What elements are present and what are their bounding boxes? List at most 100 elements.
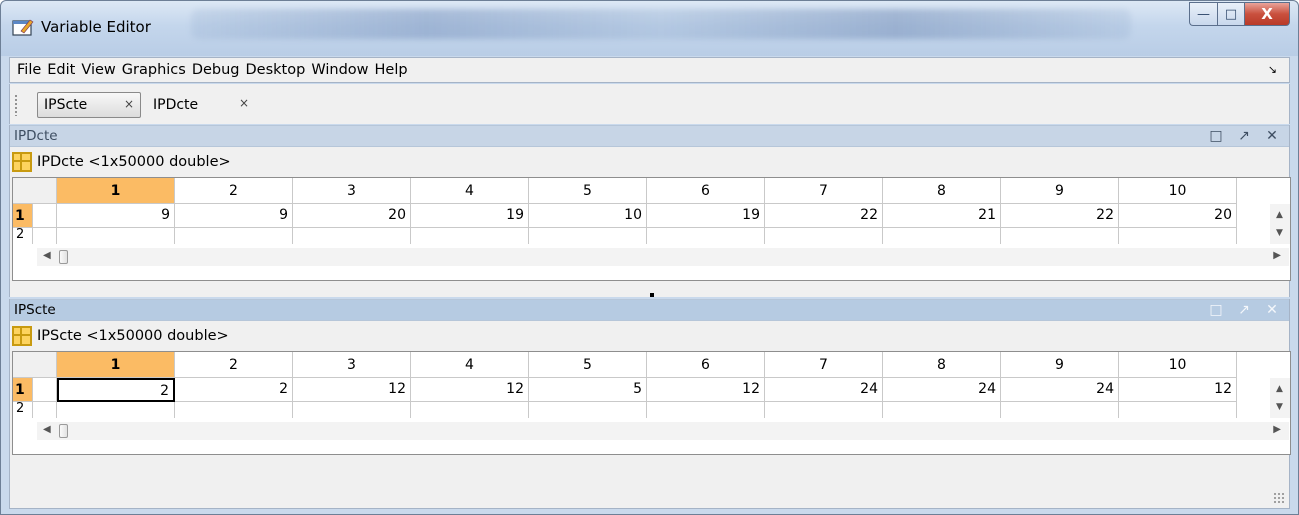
table-cell[interactable]	[175, 402, 293, 418]
table-cell[interactable]: 22	[765, 204, 883, 228]
resize-grip-icon[interactable]	[1273, 492, 1285, 504]
tab-ipdcte[interactable]: IPDcte ×	[147, 92, 255, 118]
table-cell[interactable]: 22	[1001, 204, 1119, 228]
drag-grip-icon[interactable]	[14, 94, 18, 116]
spreadsheet-grid[interactable]: 1 2 3 4 5 6 7 8 9 10 1 2 2 12 12 5 12 24…	[12, 351, 1291, 455]
table-cell[interactable]	[293, 228, 411, 244]
table-cell[interactable]: 24	[883, 378, 1001, 402]
column-header[interactable]: 4	[411, 178, 529, 204]
row-header[interactable]: 2	[13, 228, 33, 244]
table-cell[interactable]	[765, 228, 883, 244]
row-header[interactable]: 2	[13, 402, 33, 418]
column-header[interactable]: 2	[175, 352, 293, 378]
row-header[interactable]: 1	[13, 204, 33, 228]
table-cell[interactable]	[57, 402, 175, 418]
table-cell[interactable]: 24	[765, 378, 883, 402]
table-cell[interactable]: 9	[175, 204, 293, 228]
scroll-up-icon[interactable]: ▲	[1276, 384, 1283, 394]
column-header[interactable]: 6	[647, 178, 765, 204]
menu-desktop[interactable]: Desktop	[243, 62, 309, 78]
grid-corner[interactable]	[13, 178, 57, 204]
column-header[interactable]: 7	[765, 178, 883, 204]
table-cell[interactable]: 12	[293, 378, 411, 402]
scroll-thumb[interactable]	[59, 250, 68, 264]
column-header[interactable]: 9	[1001, 178, 1119, 204]
scroll-left-icon[interactable]: ◀	[43, 250, 51, 261]
table-cell[interactable]	[529, 228, 647, 244]
table-cell[interactable]: 21	[883, 204, 1001, 228]
menu-window[interactable]: Window	[308, 62, 371, 78]
table-cell[interactable]: 5	[529, 378, 647, 402]
column-header[interactable]: 8	[883, 178, 1001, 204]
minimize-button[interactable]: —	[1189, 2, 1217, 26]
tab-ipscte[interactable]: IPScte ×	[37, 92, 141, 118]
column-header[interactable]: 1	[57, 352, 175, 378]
undock-icon[interactable]: □	[1207, 128, 1225, 144]
table-cell[interactable]	[883, 402, 1001, 418]
tab-close-icon[interactable]: ×	[124, 97, 134, 111]
scroll-right-icon[interactable]: ▶	[1273, 250, 1281, 261]
table-cell[interactable]	[411, 402, 529, 418]
table-cell[interactable]	[647, 228, 765, 244]
title-bar[interactable]: Variable Editor — □ X	[1, 1, 1298, 56]
horizontal-scrollbar[interactable]: ◀ ▶	[37, 422, 1289, 440]
table-cell[interactable]	[411, 228, 529, 244]
table-cell[interactable]	[293, 402, 411, 418]
vertical-scrollbar[interactable]: ▲ ▼	[1270, 378, 1290, 418]
close-icon[interactable]: ✕	[1263, 128, 1281, 144]
table-cell[interactable]	[883, 228, 1001, 244]
table-cell[interactable]: 2	[57, 378, 175, 402]
menu-debug[interactable]: Debug	[189, 62, 243, 78]
menu-graphics[interactable]: Graphics	[119, 62, 189, 78]
table-cell[interactable]	[175, 228, 293, 244]
panel-header[interactable]: IPScte □ ↗ ✕	[10, 299, 1289, 321]
scroll-down-icon[interactable]: ▼	[1276, 228, 1283, 238]
table-cell[interactable]: 10	[529, 204, 647, 228]
table-cell[interactable]: 12	[1119, 378, 1237, 402]
splitter-handle[interactable]	[650, 293, 654, 297]
column-header[interactable]: 1	[57, 178, 175, 204]
table-cell[interactable]: 24	[1001, 378, 1119, 402]
column-header[interactable]: 4	[411, 352, 529, 378]
column-header[interactable]: 6	[647, 352, 765, 378]
undock-icon[interactable]: □	[1207, 302, 1225, 318]
table-cell[interactable]: 20	[293, 204, 411, 228]
column-header[interactable]: 3	[293, 352, 411, 378]
dock-arrow-icon[interactable]: ↗	[1235, 128, 1253, 144]
menu-help[interactable]: Help	[372, 62, 411, 78]
maximize-button[interactable]: □	[1217, 2, 1244, 26]
column-header[interactable]: 5	[529, 352, 647, 378]
scroll-up-icon[interactable]: ▲	[1276, 210, 1283, 220]
menu-overflow-icon[interactable]: ↘	[1268, 63, 1277, 76]
table-cell[interactable]	[1001, 228, 1119, 244]
table-cell[interactable]: 2	[175, 378, 293, 402]
spreadsheet-grid[interactable]: 1 2 3 4 5 6 7 8 9 10 1 9 9 20 19 10 19 2…	[12, 177, 1291, 281]
scroll-right-icon[interactable]: ▶	[1273, 424, 1281, 435]
column-header[interactable]: 2	[175, 178, 293, 204]
column-header[interactable]: 3	[293, 178, 411, 204]
grid-corner[interactable]	[13, 352, 57, 378]
scroll-thumb[interactable]	[59, 424, 68, 438]
menu-view[interactable]: View	[78, 62, 118, 78]
table-cell[interactable]	[1119, 402, 1237, 418]
vertical-scrollbar[interactable]: ▲ ▼	[1270, 204, 1290, 244]
table-cell[interactable]: 12	[647, 378, 765, 402]
row-header[interactable]: 1	[13, 378, 33, 402]
close-button[interactable]: X	[1244, 2, 1290, 26]
column-header[interactable]: 5	[529, 178, 647, 204]
panel-header[interactable]: IPDcte □ ↗ ✕	[10, 125, 1289, 147]
table-cell[interactable]	[1119, 228, 1237, 244]
table-cell[interactable]: 20	[1119, 204, 1237, 228]
tab-close-icon[interactable]: ×	[239, 96, 249, 110]
table-cell[interactable]	[1001, 402, 1119, 418]
table-cell[interactable]: 19	[411, 204, 529, 228]
table-cell[interactable]	[647, 402, 765, 418]
close-icon[interactable]: ✕	[1263, 302, 1281, 318]
column-header[interactable]: 10	[1119, 178, 1237, 204]
column-header[interactable]: 9	[1001, 352, 1119, 378]
table-cell[interactable]	[765, 402, 883, 418]
table-cell[interactable]: 12	[411, 378, 529, 402]
scroll-down-icon[interactable]: ▼	[1276, 402, 1283, 412]
column-header[interactable]: 10	[1119, 352, 1237, 378]
menu-file[interactable]: File	[14, 62, 44, 78]
